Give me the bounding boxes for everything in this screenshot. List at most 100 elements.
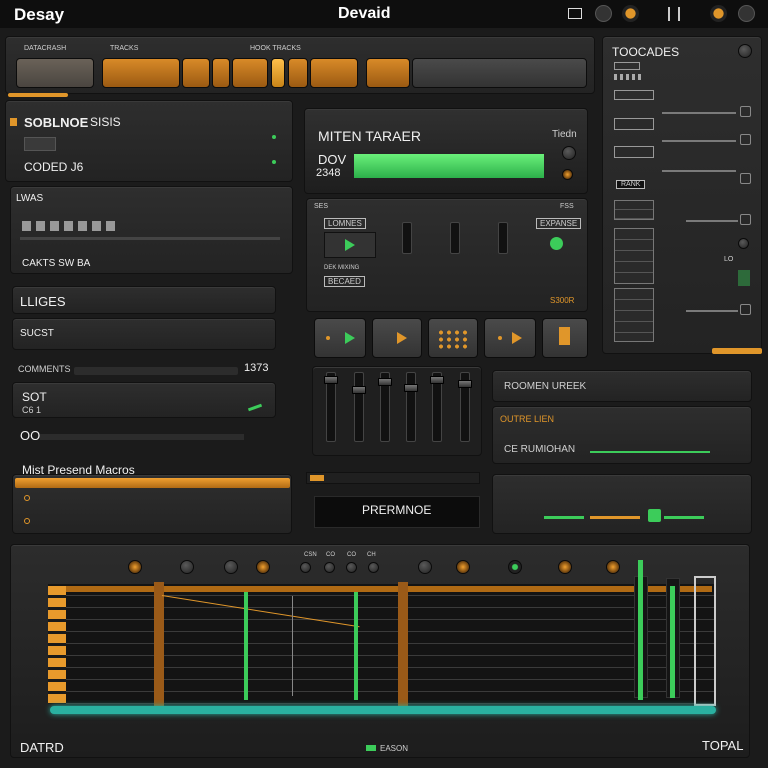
timeline-glow [50,706,716,714]
right-list-item[interactable] [614,146,654,158]
right-checkbox[interactable] [740,106,751,117]
right-panel-knob[interactable] [738,44,752,58]
transport-button-3[interactable] [182,58,210,88]
transport-button-7[interactable] [288,58,308,88]
mixer-fader-2[interactable] [450,222,460,254]
power-icon[interactable] [710,5,727,22]
moon-icon[interactable] [595,5,612,22]
tab-tracks[interactable]: TRACKS [110,45,138,52]
list-bar [20,237,280,240]
transport-button-2[interactable] [102,58,180,88]
mixer-button-2[interactable]: BECAED [324,276,365,287]
stop-icon [559,327,570,345]
fader-cap[interactable] [430,376,444,384]
preset-dot[interactable] [24,495,30,501]
fader-cap[interactable] [324,376,338,384]
transport-button-6[interactable] [271,58,285,88]
tab-hook-tracks[interactable]: HOOK TRACKS [250,45,301,52]
fader-cap[interactable] [404,384,418,392]
playhead-2[interactable] [398,582,408,706]
seq-knob[interactable] [346,562,357,573]
sot-panel[interactable] [12,382,276,418]
transport-button-8[interactable] [310,58,358,88]
marker-line [244,592,248,700]
indicator-dot [272,135,276,139]
mixer-fader-1[interactable] [402,222,412,254]
menu-icon[interactable] [668,7,680,21]
seq-knob[interactable] [128,560,142,574]
right-list-item[interactable] [614,90,654,100]
seq-knob[interactable] [224,560,238,574]
play-icon [397,332,407,344]
settings-icon[interactable] [738,5,755,22]
marker-line-thin [292,596,293,696]
sequencer-grid[interactable] [48,584,714,704]
right-list-block[interactable] [614,228,654,284]
seq-knob[interactable] [368,562,379,573]
bottom-center-label: EASON [380,744,409,753]
sot-label: SOT [22,390,47,404]
eq-handle[interactable] [648,509,661,522]
transport-button-1[interactable] [16,58,94,88]
scroll-thumb[interactable] [310,475,324,481]
seq-knob[interactable] [180,560,194,574]
seq-label: CO [347,552,356,558]
tab-datacrash[interactable]: DATACRASH [24,45,66,52]
section1-box [24,137,56,151]
playhead-1[interactable] [154,582,164,706]
mixer-button-3[interactable]: EXPANSE [536,218,582,229]
play-button-4[interactable] [484,318,536,358]
channel-fader-2[interactable] [354,372,364,442]
seq-knob[interactable] [508,560,522,574]
section1-title: SOBLNOE [24,115,89,130]
transport-button-9[interactable] [366,58,410,88]
channel-fader-4[interactable] [406,372,416,442]
seq-knob[interactable] [418,560,432,574]
record-icon[interactable] [622,5,639,22]
scroll-bar[interactable] [306,472,480,484]
list-tag-row[interactable] [22,221,120,231]
right-row-2-label: OUTRE LIEN [500,414,555,424]
comments-label: COMMENTS [18,364,71,374]
comments-value: 1373 [244,362,269,374]
right-list-block[interactable] [614,288,654,342]
transport-button-4[interactable] [212,58,230,88]
fader-cap[interactable] [378,378,392,386]
right-panel-knob[interactable] [738,238,749,249]
display-knob[interactable] [562,146,576,160]
display-side: Tiedn [552,129,577,140]
mixer-button-1[interactable]: LOMNES [324,218,366,229]
play-button-2[interactable] [314,318,366,358]
seq-knob[interactable] [558,560,572,574]
preset-slider[interactable] [15,478,290,488]
right-checkbox[interactable] [740,304,751,315]
right-list-block[interactable] [614,200,654,220]
fader-cap[interactable] [352,386,366,394]
transport-button-10[interactable] [412,58,587,88]
right-list-item[interactable] [614,62,640,70]
mixer-fader-3[interactable] [498,222,508,254]
display-knob-orange[interactable] [562,169,573,180]
transport-button-5[interactable] [232,58,268,88]
seq-knob[interactable] [300,562,311,573]
seq-knob[interactable] [456,560,470,574]
vertical-fader-level [670,586,675,698]
track-header-column[interactable] [48,586,66,704]
right-chip[interactable]: RANK [616,180,646,189]
eq-line-orange [590,516,640,519]
seq-knob[interactable] [606,560,620,574]
right-list-bar [662,140,736,142]
seq-knob[interactable] [256,560,270,574]
right-checkbox[interactable] [740,134,751,145]
fader-cap[interactable] [458,380,472,388]
mixer-label: SES [314,203,329,210]
right-list-item[interactable] [614,118,654,130]
preset-dot[interactable] [24,518,30,524]
right-checkbox[interactable] [740,173,751,184]
window-icon[interactable] [568,8,582,19]
right-checkbox[interactable] [740,214,751,225]
right-list-bar [686,310,738,312]
level-meter [354,154,544,178]
seq-knob[interactable] [324,562,335,573]
seq-label: CSN [304,552,317,558]
